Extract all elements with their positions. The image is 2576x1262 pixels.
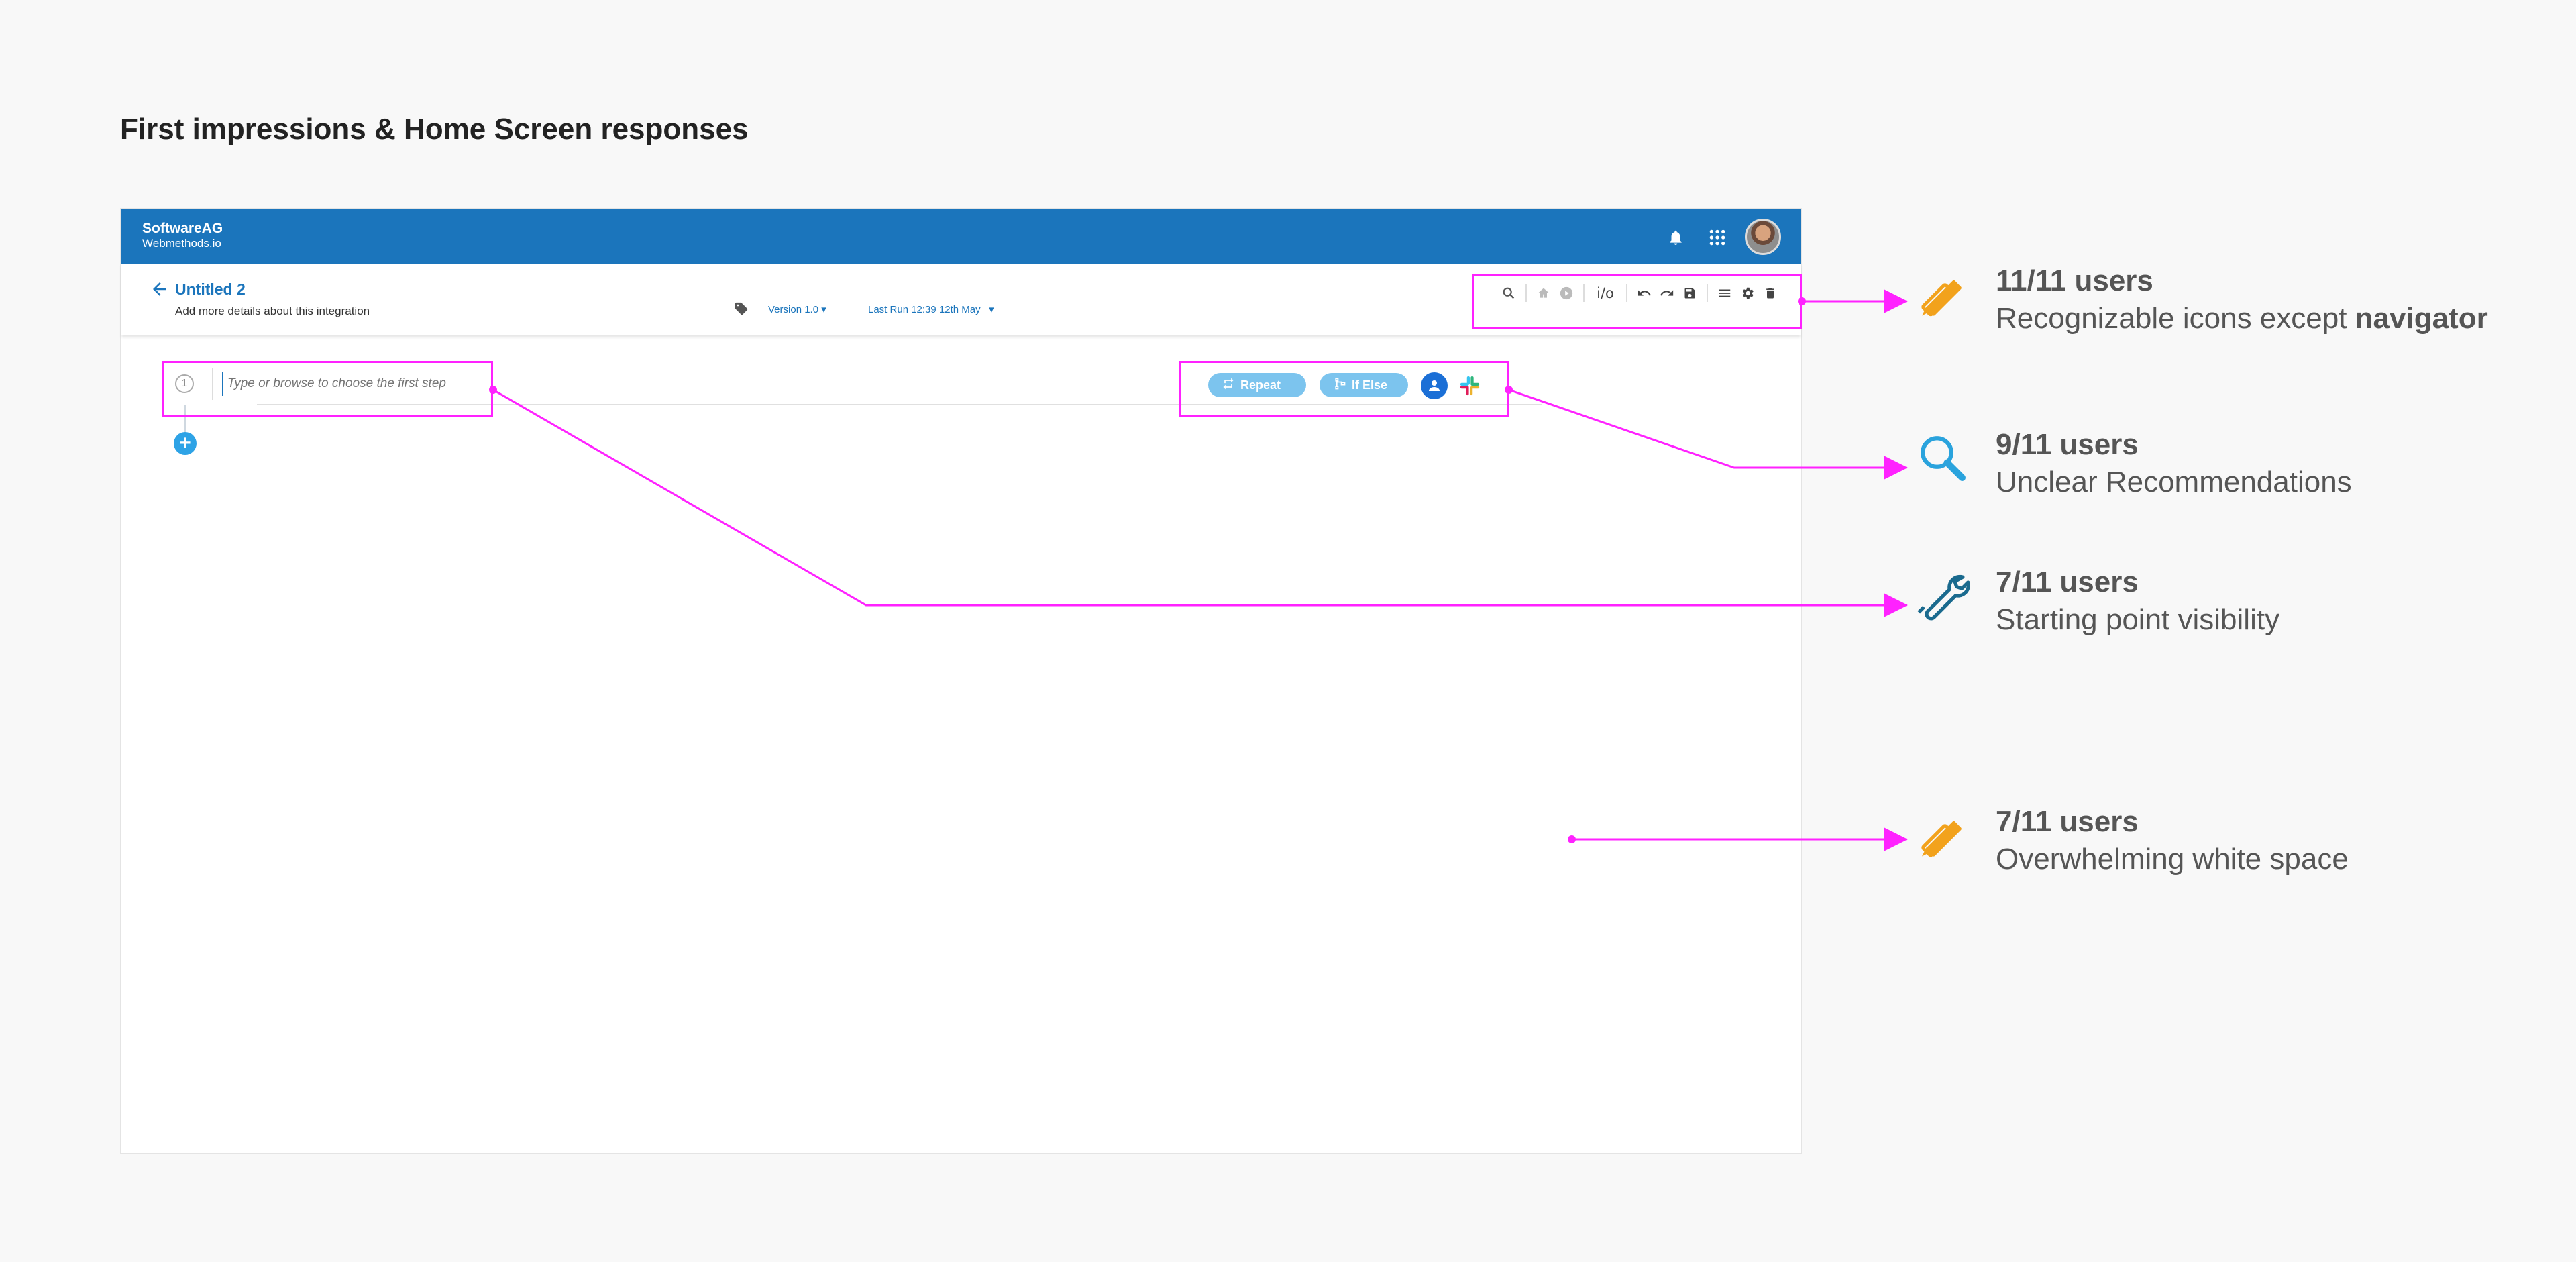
if-else-label: If Else bbox=[1352, 378, 1388, 392]
app-header: SoftwareAG Webmethods.io bbox=[121, 209, 1801, 264]
repeat-icon bbox=[1222, 377, 1235, 394]
last-run-label: Last Run 12:39 12th May bbox=[868, 304, 981, 315]
repeat-label: Repeat bbox=[1240, 378, 1281, 392]
trash-icon[interactable] bbox=[1759, 282, 1782, 305]
bell-icon[interactable] bbox=[1664, 225, 1688, 250]
gear-icon[interactable] bbox=[1736, 282, 1759, 305]
integration-description[interactable]: Add more details about this integration bbox=[175, 305, 370, 318]
page-title: First impressions & Home Screen response… bbox=[120, 113, 749, 146]
repeat-button[interactable]: Repeat bbox=[1208, 373, 1306, 397]
integration-bar: Untitled 2 Add more details about this i… bbox=[121, 264, 1801, 335]
step-connector-line bbox=[184, 405, 186, 432]
finding-description: Starting point visibility bbox=[1996, 603, 2280, 636]
step-underline bbox=[257, 404, 1542, 405]
finding-text: Recognizable icons except bbox=[1996, 302, 2355, 335]
redo-icon[interactable] bbox=[1656, 282, 1678, 305]
avatar[interactable] bbox=[1745, 219, 1781, 255]
finding-count: 9/11 users bbox=[1996, 428, 2139, 461]
finding-description: Overwhelming white space bbox=[1996, 843, 2349, 876]
brand-logo[interactable]: SoftwareAG Webmethods.io bbox=[142, 221, 223, 251]
io-icon[interactable]: i/o bbox=[1590, 282, 1621, 305]
finding-description: Unclear Recommendations bbox=[1996, 466, 2352, 498]
search-icon[interactable] bbox=[1497, 282, 1520, 305]
magnifier-icon bbox=[1915, 431, 1976, 491]
toolbar-divider bbox=[1583, 284, 1585, 302]
wrench-icon bbox=[1915, 568, 1976, 629]
play-icon[interactable] bbox=[1555, 282, 1578, 305]
pencil-ruler-icon bbox=[1915, 267, 1976, 327]
finding-emphasis: navigator bbox=[2355, 302, 2488, 335]
undo-icon[interactable] bbox=[1633, 282, 1656, 305]
toolbar-divider bbox=[1525, 284, 1527, 302]
chevron-down-icon: ▾ bbox=[821, 304, 826, 315]
finding-count: 7/11 users bbox=[1996, 566, 2139, 598]
if-else-button[interactable]: If Else bbox=[1320, 373, 1408, 397]
version-dropdown[interactable]: Version 1.0 ▾ bbox=[768, 303, 826, 315]
menu-icon[interactable] bbox=[1713, 282, 1736, 305]
chevron-down-icon: ▾ bbox=[989, 304, 994, 315]
finding-count: 11/11 users bbox=[1996, 264, 2153, 297]
tag-icon[interactable] bbox=[734, 301, 749, 316]
step-number: 1 bbox=[175, 374, 194, 393]
user-connector-icon[interactable] bbox=[1421, 372, 1448, 399]
finding-description: Recognizable icons except navigator bbox=[1996, 302, 2488, 335]
apps-grid-icon[interactable] bbox=[1705, 225, 1729, 250]
home-icon[interactable] bbox=[1532, 282, 1555, 305]
app-window: SoftwareAG Webmethods.io Untitled 2 Add … bbox=[120, 208, 1802, 1154]
brand-product: Webmethods.io bbox=[142, 237, 221, 250]
toolbar: i/o bbox=[1497, 276, 1792, 310]
step-divider bbox=[212, 368, 213, 400]
toolbar-divider bbox=[1707, 284, 1708, 302]
last-run-dropdown[interactable]: Last Run 12:39 12th May ▾ bbox=[868, 303, 994, 315]
brand-name: SoftwareAG bbox=[142, 221, 223, 236]
first-step-input[interactable] bbox=[222, 372, 517, 396]
slack-icon[interactable] bbox=[1456, 372, 1483, 399]
save-icon[interactable] bbox=[1678, 282, 1701, 305]
branch-icon bbox=[1333, 377, 1346, 394]
integration-title[interactable]: Untitled 2 bbox=[175, 280, 246, 299]
toolbar-divider bbox=[1626, 284, 1627, 302]
finding-count: 7/11 users bbox=[1996, 805, 2139, 838]
first-step-row: 1 Repeat If Else bbox=[162, 362, 1542, 405]
back-arrow-icon[interactable] bbox=[150, 279, 170, 299]
add-step-button[interactable]: + bbox=[174, 432, 197, 455]
version-label: Version 1.0 bbox=[768, 304, 819, 315]
pencil-ruler-icon bbox=[1915, 808, 1976, 868]
